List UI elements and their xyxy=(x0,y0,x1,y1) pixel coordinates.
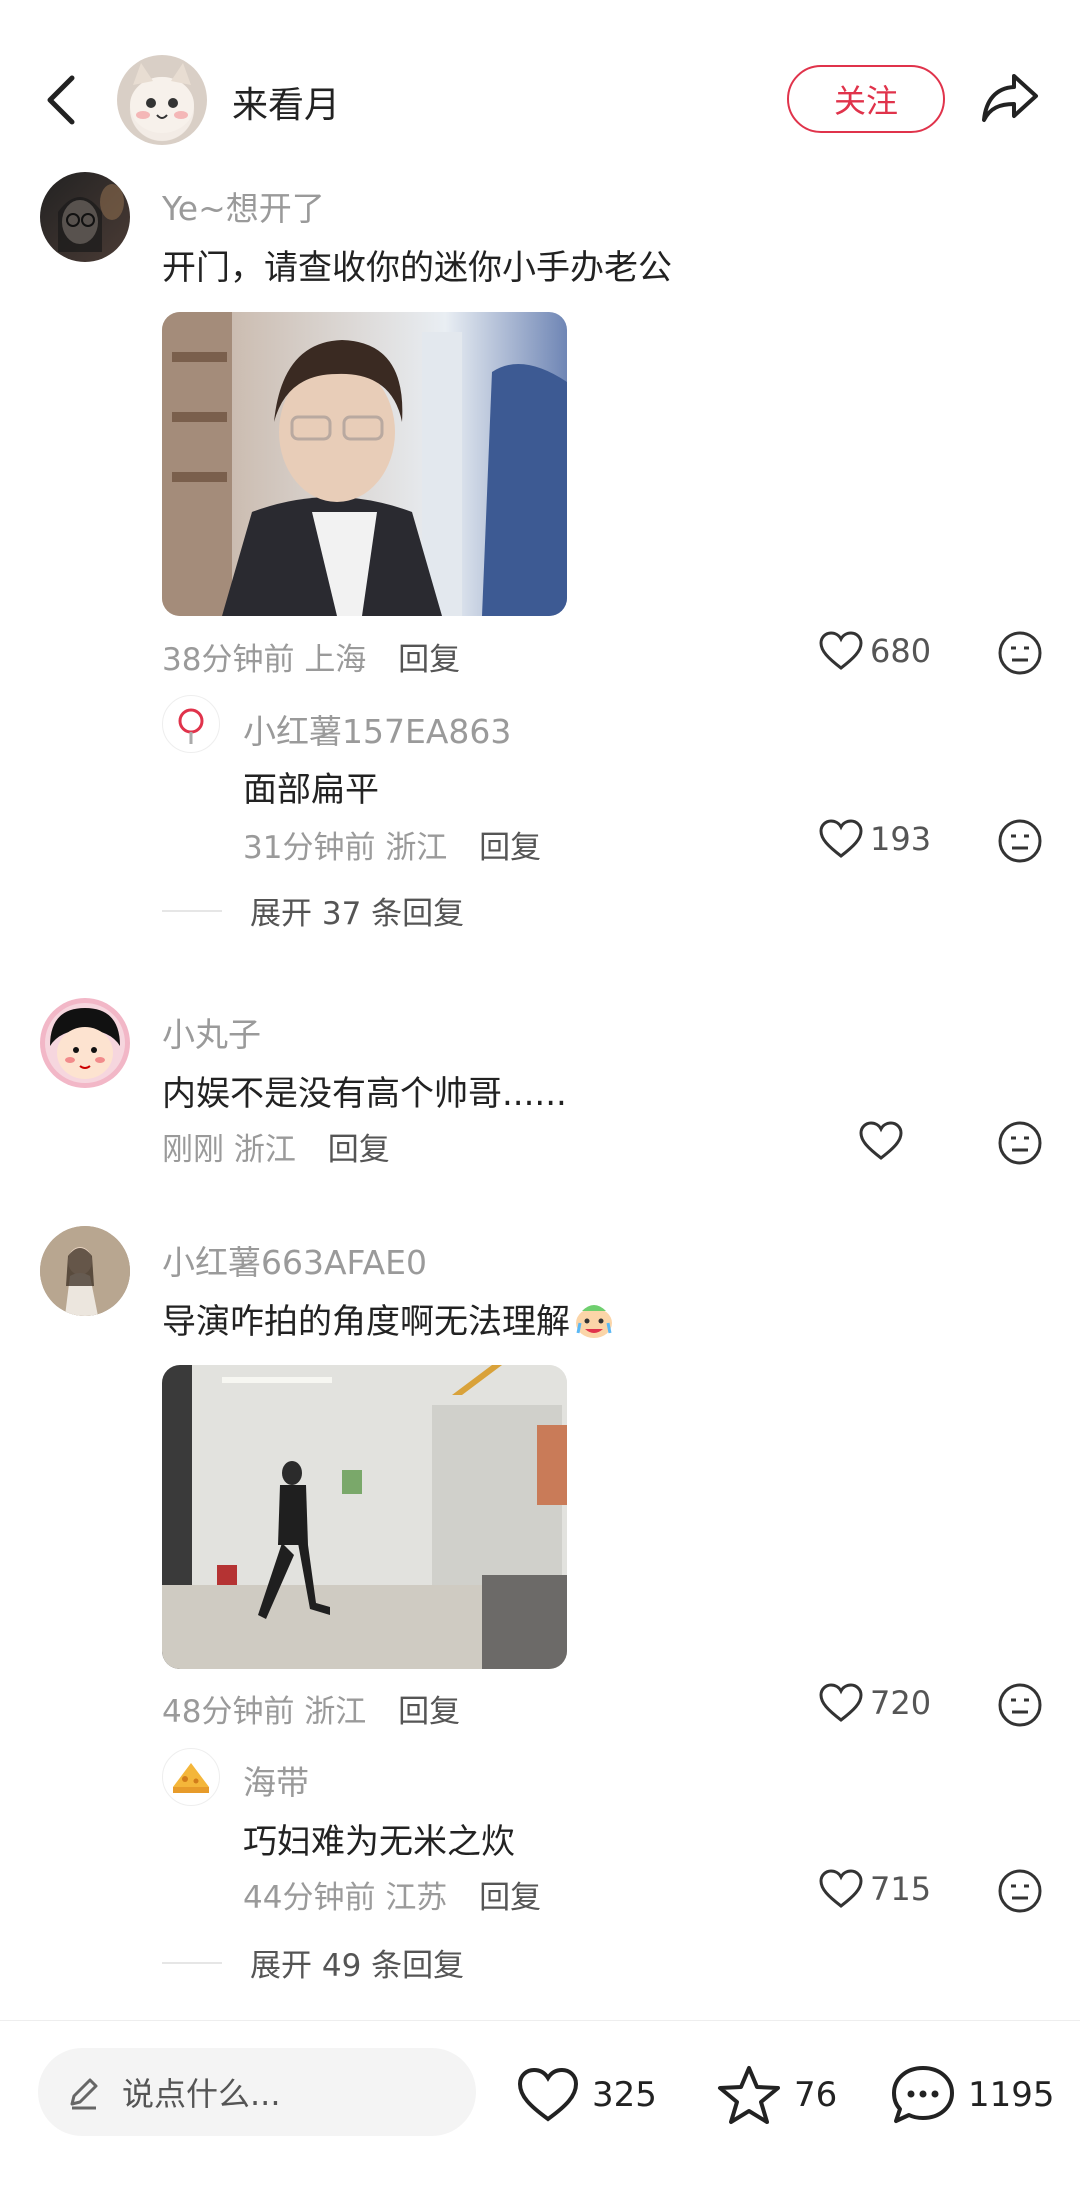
divider xyxy=(162,1961,222,1964)
reply-avatar[interactable] xyxy=(162,695,220,753)
comment-username[interactable]: 小丸子 xyxy=(162,1008,261,1056)
emoji-reaction-icon[interactable] xyxy=(997,1682,1043,1728)
reply-time: 44分钟前 xyxy=(243,1880,376,1916)
heart-icon xyxy=(819,631,863,670)
follow-button[interactable]: 关注 xyxy=(787,65,945,133)
top-bar: 来看月 关注 xyxy=(0,0,1080,175)
comment-image[interactable] xyxy=(162,1365,567,1669)
heart-icon xyxy=(819,819,863,858)
user-avatar[interactable] xyxy=(40,172,130,262)
comment-location: 浙江 xyxy=(304,1694,367,1730)
like-count: 715 xyxy=(870,1870,932,1908)
favorite-post-button[interactable]: 76 xyxy=(716,2064,837,2126)
like-button[interactable] xyxy=(858,1120,910,1162)
expand-replies-button[interactable]: 展开 37 条回复 xyxy=(162,888,464,933)
comment-meta: 48分钟前 浙江 回复 xyxy=(162,1686,460,1731)
post-comment-count: 1195 xyxy=(968,2075,1055,2115)
expand-replies-button[interactable]: 展开 49 条回复 xyxy=(162,1940,464,1985)
comment-text: 导演咋拍的角度啊无法理解 xyxy=(162,1294,616,1343)
reply-button[interactable]: 回复 xyxy=(328,1132,390,1168)
comment-meta: 38分钟前 上海 回复 xyxy=(162,634,460,679)
post-favorite-count: 76 xyxy=(794,2075,838,2115)
crying-laughing-emoji-icon xyxy=(576,1305,612,1338)
emoji-reaction-icon[interactable] xyxy=(997,818,1043,864)
user-avatar[interactable] xyxy=(40,1226,130,1316)
like-post-button[interactable]: 325 xyxy=(516,2066,657,2124)
heart-icon xyxy=(517,2067,579,2122)
comment-time: 48分钟前 xyxy=(162,1694,295,1730)
reply-username[interactable]: 小红薯157EA863 xyxy=(243,705,511,753)
comment-input[interactable]: 说点什么... xyxy=(38,2048,476,2136)
star-icon xyxy=(718,2066,780,2124)
comment-bubble-icon xyxy=(892,2066,954,2123)
reply-button[interactable]: 回复 xyxy=(398,1694,460,1730)
reply-button[interactable]: 回复 xyxy=(398,642,460,678)
comment-input-placeholder: 说点什么... xyxy=(122,2075,281,2113)
expand-label: 展开 49 条回复 xyxy=(250,1948,465,1984)
heart-icon xyxy=(819,1869,863,1908)
comment-text: 内娱不是没有高个帅哥...... xyxy=(162,1074,567,1114)
heart-icon xyxy=(819,1683,863,1722)
expand-label: 展开 37 条回复 xyxy=(250,896,465,932)
comments-button[interactable]: 1195 xyxy=(890,2064,1055,2126)
emoji-reaction-icon[interactable] xyxy=(997,1868,1043,1914)
reply-location: 浙江 xyxy=(385,830,448,866)
like-button[interactable]: 193 xyxy=(818,818,931,860)
comment-location: 上海 xyxy=(304,642,367,678)
author-name[interactable]: 来看月 xyxy=(232,76,340,128)
comment-username[interactable]: Ye~想开了 xyxy=(162,182,325,230)
reply-text: 面部扁平 xyxy=(243,770,379,810)
back-arrow-icon[interactable] xyxy=(40,70,84,130)
reply-username[interactable]: 海带 xyxy=(243,1756,309,1804)
pencil-icon xyxy=(70,2078,98,2110)
comment-username[interactable]: 小红薯663AFAE0 xyxy=(162,1236,427,1284)
reply-avatar[interactable] xyxy=(162,1748,220,1806)
comment-time: 38分钟前 xyxy=(162,642,295,678)
reply-button[interactable]: 回复 xyxy=(479,1880,541,1916)
divider xyxy=(162,909,222,912)
emoji-reaction-icon[interactable] xyxy=(997,1120,1043,1166)
reply-meta: 44分钟前 江苏 回复 xyxy=(243,1872,541,1917)
comment-meta: 刚刚 浙江 回复 xyxy=(162,1124,390,1169)
comment-time: 刚刚 xyxy=(162,1132,224,1168)
post-like-count: 325 xyxy=(592,2075,657,2115)
comment-location: 浙江 xyxy=(233,1132,296,1168)
like-button[interactable]: 715 xyxy=(818,1868,931,1910)
share-icon[interactable] xyxy=(980,70,1040,126)
like-count: 720 xyxy=(870,1684,932,1722)
user-avatar[interactable] xyxy=(40,998,130,1088)
reply-meta: 31分钟前 浙江 回复 xyxy=(243,822,541,867)
reply-text: 巧妇难为无米之炊 xyxy=(243,1822,515,1862)
reply-time: 31分钟前 xyxy=(243,830,376,866)
comment-text: 开门，请查收你的迷你小手办老公 xyxy=(162,248,672,288)
emoji-reaction-icon[interactable] xyxy=(997,630,1043,676)
like-count: 680 xyxy=(870,632,932,670)
reply-location: 江苏 xyxy=(385,1880,448,1916)
comment-image[interactable] xyxy=(162,312,567,616)
reply-button[interactable]: 回复 xyxy=(479,830,541,866)
comment-text-content: 导演咋拍的角度啊无法理解 xyxy=(162,1302,570,1342)
like-count: 193 xyxy=(870,820,932,858)
like-button[interactable]: 720 xyxy=(818,1682,931,1724)
author-avatar[interactable] xyxy=(117,55,207,145)
like-button[interactable]: 680 xyxy=(818,630,931,672)
heart-icon xyxy=(859,1121,903,1160)
